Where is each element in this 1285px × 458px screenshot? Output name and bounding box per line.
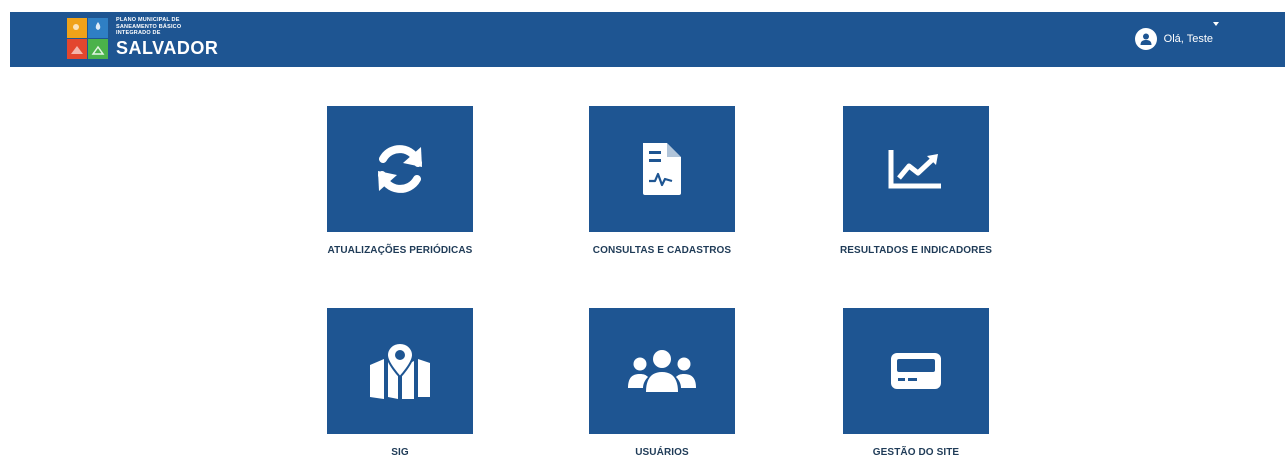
map-marker-icon bbox=[370, 341, 430, 399]
tile-sig[interactable]: SIG bbox=[327, 308, 473, 458]
user-menu[interactable]: Olá, Teste bbox=[1134, 22, 1219, 52]
tile-atualizacoes-periodicas[interactable]: ATUALIZAÇÕES PERIÓDICAS bbox=[327, 106, 473, 256]
logo-line-1: PLANO MUNICIPAL DE bbox=[116, 17, 180, 23]
logo-tiles-icon bbox=[67, 18, 109, 60]
tile-resultados-e-indicadores[interactable]: RESULTADOS E INDICADORES bbox=[840, 106, 992, 256]
tile-label: RESULTADOS E INDICADORES bbox=[839, 245, 993, 256]
refresh-icon bbox=[378, 145, 422, 193]
tile-usuarios[interactable]: USUÁRIOS bbox=[589, 308, 735, 458]
caret-down-icon[interactable] bbox=[1213, 22, 1219, 26]
user-greeting: Olá, Teste bbox=[1163, 33, 1213, 45]
top-navbar: PLANO MUNICIPAL DE SANEAMENTO BÁSICO INT… bbox=[10, 12, 1285, 67]
logo[interactable]: PLANO MUNICIPAL DE SANEAMENTO BÁSICO INT… bbox=[67, 15, 237, 61]
tile-label: CONSULTAS E CADASTROS bbox=[592, 245, 732, 256]
tile-label: ATUALIZAÇÕES PERIÓDICAS bbox=[327, 245, 473, 256]
document-icon bbox=[643, 143, 681, 195]
chart-line-icon bbox=[888, 150, 941, 189]
tile-label: SIG bbox=[391, 447, 409, 458]
logo-title: SALVADOR bbox=[116, 37, 219, 58]
site-admin-icon bbox=[891, 353, 941, 389]
tile-gestao-do-site[interactable]: GESTÃO DO SITE bbox=[843, 308, 989, 458]
tile-consultas-e-cadastros[interactable]: CONSULTAS E CADASTROS bbox=[589, 106, 735, 256]
tile-label: GESTÃO DO SITE bbox=[872, 447, 960, 458]
logo-line-3: INTEGRADO DE bbox=[116, 30, 161, 36]
users-icon bbox=[628, 350, 696, 392]
user-avatar-icon bbox=[1134, 28, 1157, 50]
tile-label: USUÁRIOS bbox=[635, 447, 689, 458]
